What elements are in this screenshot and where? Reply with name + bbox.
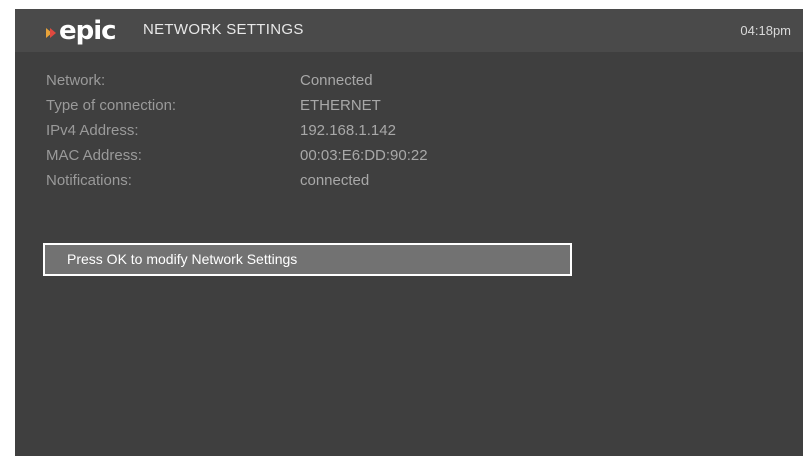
info-label: Notifications: [46, 172, 132, 189]
info-row-network: Network: Connected [46, 68, 646, 93]
epic-logo: epic [46, 16, 117, 46]
play-mark-icon [46, 26, 58, 40]
info-value: ETHERNET [300, 97, 381, 114]
info-label: IPv4 Address: [46, 122, 139, 139]
info-row-notifications: Notifications: connected [46, 168, 646, 193]
page-title: NETWORK SETTINGS [143, 21, 304, 38]
info-label: Network: [46, 72, 106, 89]
info-row-connection-type: Type of connection: ETHERNET [46, 93, 646, 118]
info-row-mac: MAC Address: 00:03:E6:DD:90:22 [46, 143, 646, 168]
info-label: Type of connection: [46, 97, 177, 114]
info-row-ipv4: IPv4 Address: 192.168.1.142 [46, 118, 646, 143]
network-info: Network: Connected Type of connection: E… [46, 68, 646, 193]
tv-screen: epic NETWORK SETTINGS 04:18pm Network: C… [15, 9, 803, 456]
info-value: Connected [300, 72, 373, 89]
info-value: connected [300, 172, 370, 189]
clock: 04:18pm [740, 23, 791, 38]
logo-text: epic [59, 16, 117, 46]
info-value: 192.168.1.142 [300, 122, 396, 139]
info-value: 00:03:E6:DD:90:22 [300, 147, 428, 164]
header-bar: epic NETWORK SETTINGS 04:18pm [15, 9, 803, 52]
modify-network-settings-button[interactable]: Press OK to modify Network Settings [43, 243, 572, 276]
info-label: MAC Address: [46, 147, 142, 164]
